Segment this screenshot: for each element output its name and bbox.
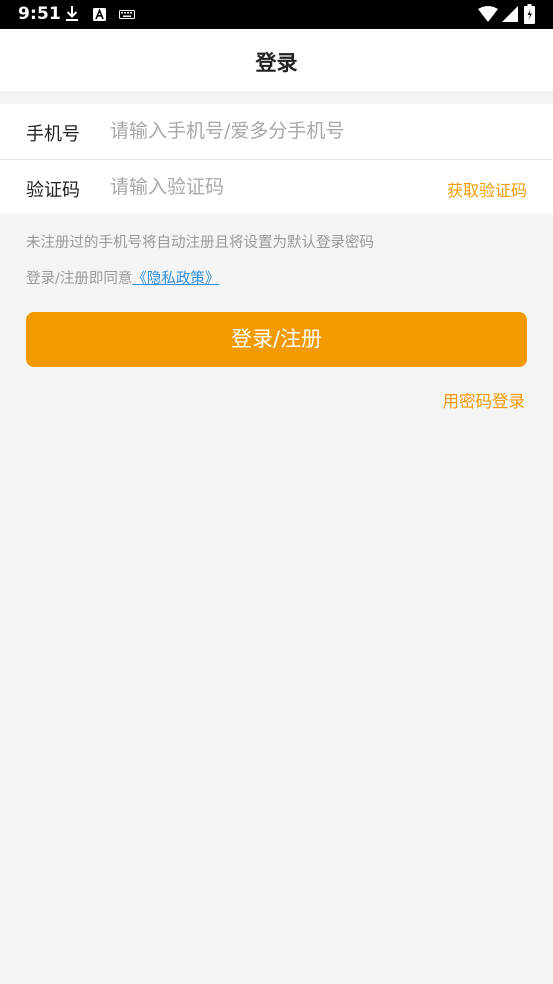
privacy-policy-link[interactable]: 《隐私政策》 — [132, 271, 219, 287]
code-input[interactable] — [110, 172, 410, 202]
header-bar: 登录 — [0, 29, 553, 91]
agreement-prefix: 登录/注册即同意 — [26, 271, 133, 287]
download-icon — [66, 6, 78, 21]
a-notification-icon — [93, 8, 106, 21]
status-bar: 9:51 — [0, 0, 553, 29]
status-time: 9:51 — [18, 4, 62, 24]
get-code-button[interactable]: 获取验证码 — [447, 177, 527, 201]
login-register-button[interactable]: 登录/注册 — [26, 312, 527, 367]
signal-icon — [502, 6, 518, 22]
wifi-icon — [478, 6, 498, 22]
password-login-link[interactable]: 用密码登录 — [443, 388, 526, 412]
code-label: 验证码 — [26, 180, 80, 201]
code-row: 验证码 获取验证码 — [0, 160, 553, 214]
phone-input[interactable] — [110, 116, 430, 146]
auto-register-notice: 未注册过的手机号将自动注册且将设置为默认登录密码 — [26, 235, 374, 251]
login-form: 手机号 验证码 获取验证码 — [0, 104, 553, 214]
keyboard-icon — [119, 10, 135, 19]
battery-icon — [524, 4, 535, 24]
agreement-line: 登录/注册即同意《隐私政策》 — [26, 267, 219, 288]
phone-label: 手机号 — [26, 124, 80, 145]
phone-row: 手机号 — [0, 104, 553, 160]
page-title: 登录 — [255, 51, 298, 75]
